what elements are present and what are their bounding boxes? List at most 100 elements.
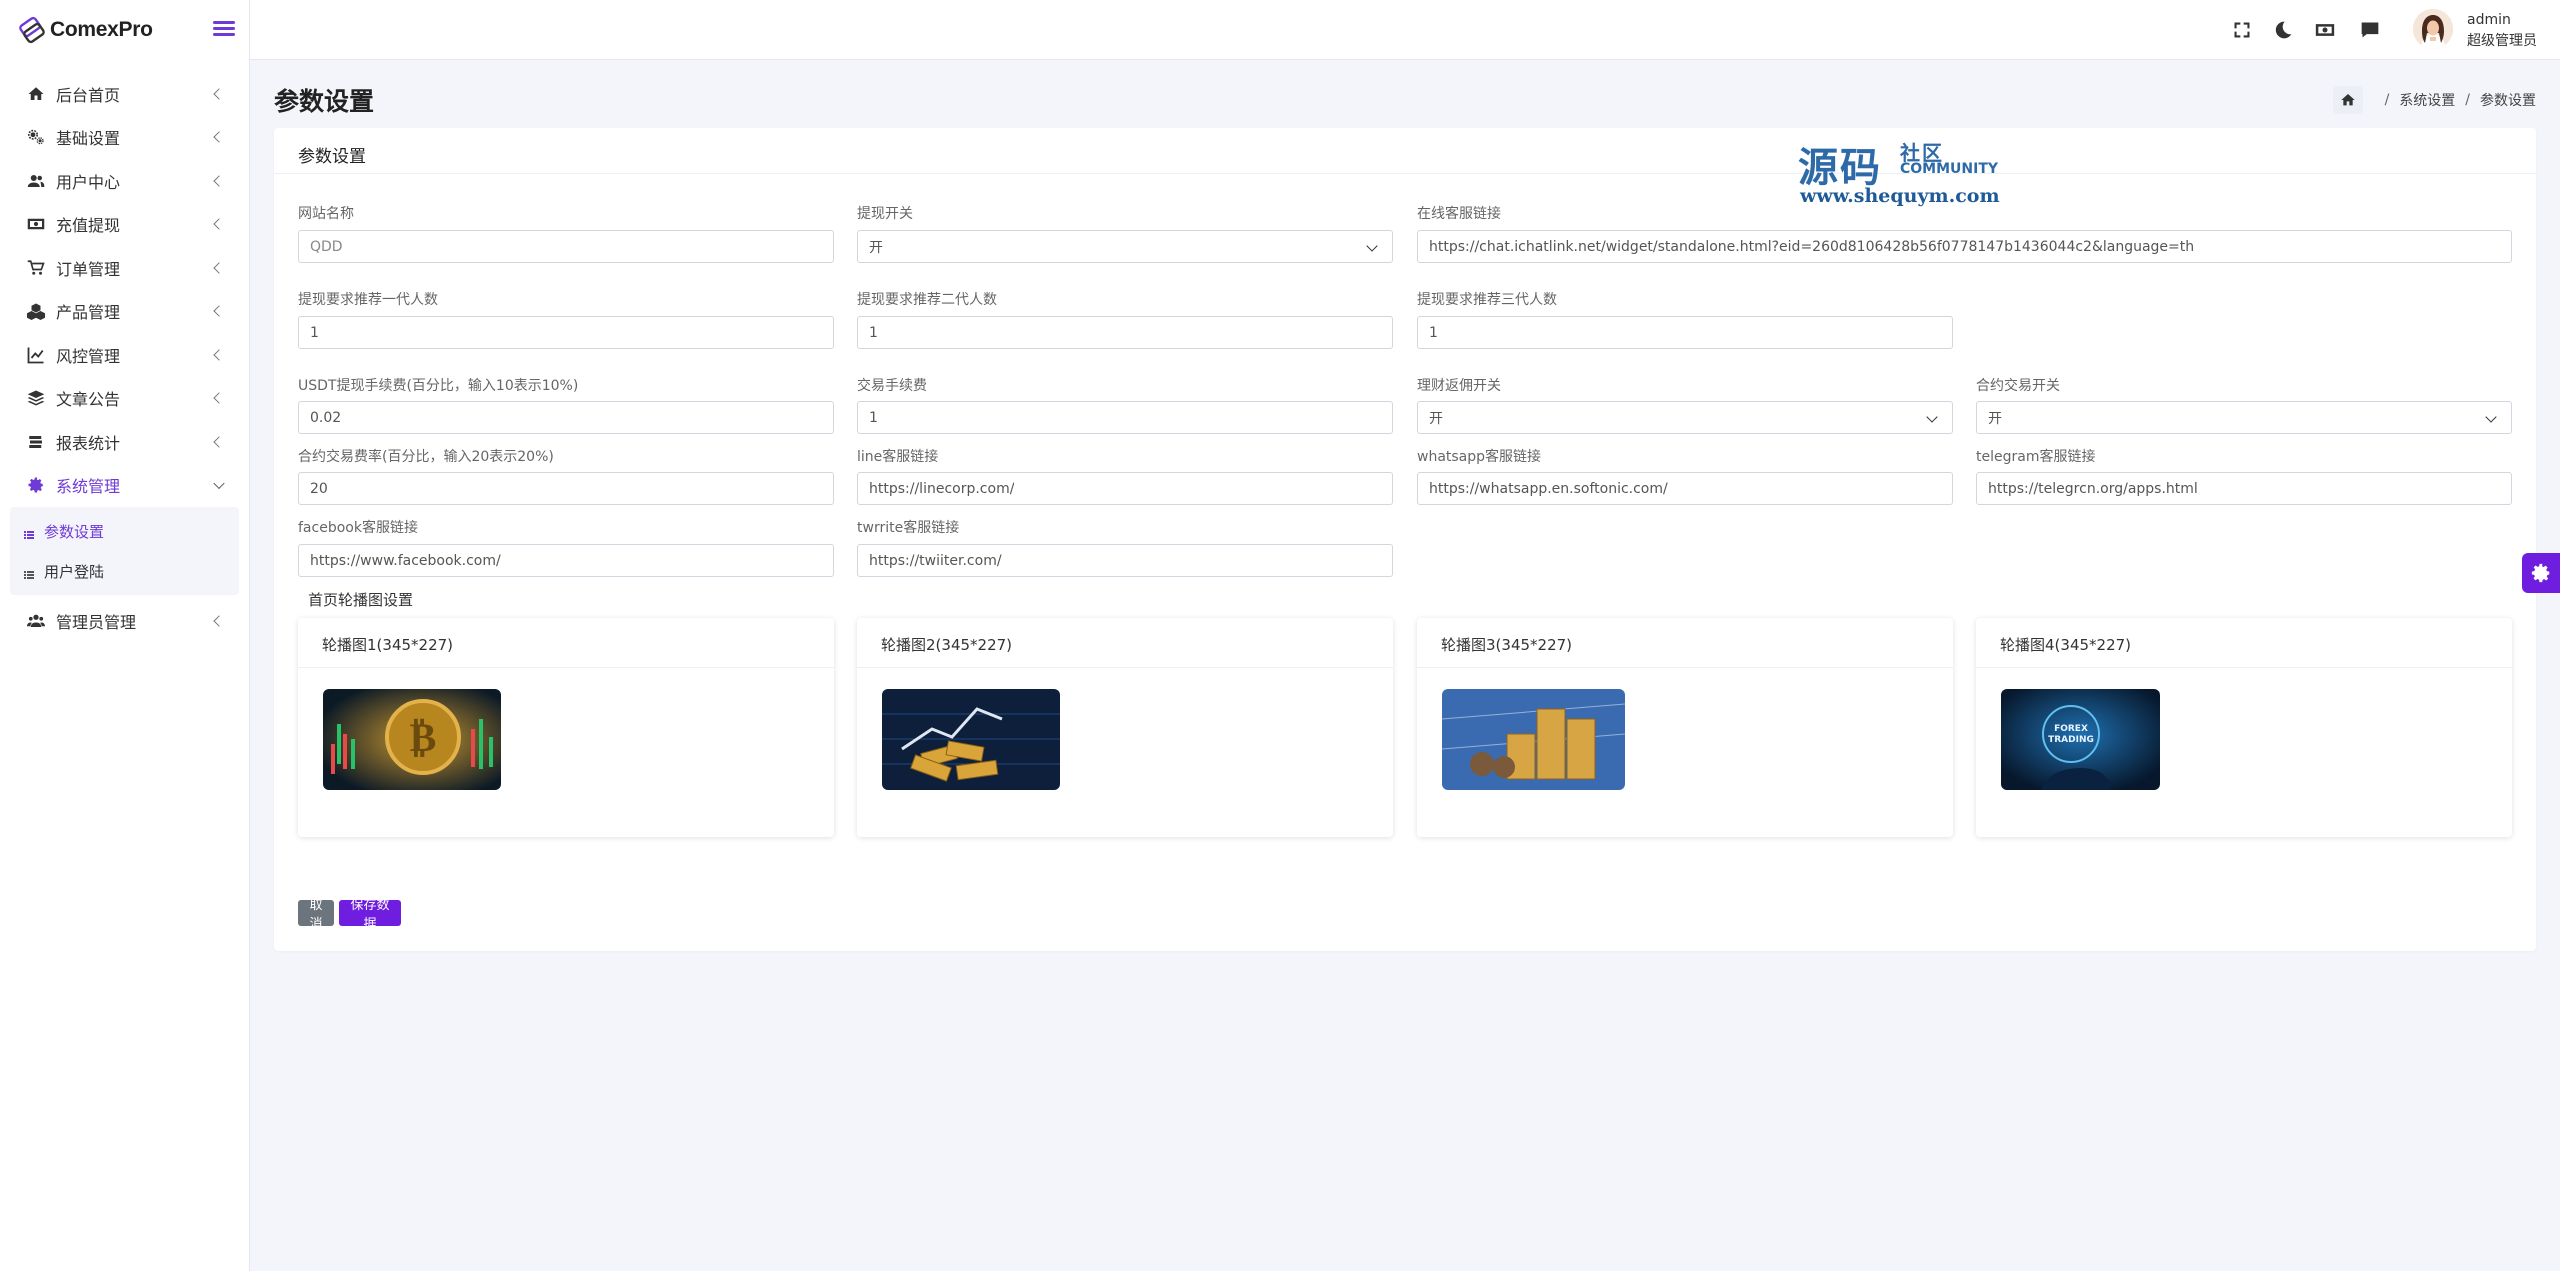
twitter-link-label: twrrite客服链接 [857, 520, 960, 536]
chevron-left-icon [213, 262, 225, 274]
cart-icon [26, 259, 46, 277]
menu-toggle-icon[interactable] [213, 18, 235, 42]
breadcrumb-separator: / [2384, 92, 2390, 108]
line-link-label: line客服链接 [857, 449, 939, 465]
home-icon [26, 85, 46, 103]
sidebar-item-label: 后台首页 [56, 85, 121, 105]
twitter-link-input[interactable]: https://twiiter.com/ [857, 544, 1393, 577]
sidebar-item-order-management[interactable]: 订单管理 [0, 246, 249, 290]
contract-switch-select[interactable]: 开 [1976, 401, 2512, 434]
whatsapp-link-input[interactable]: https://whatsapp.en.softonic.com/ [1417, 472, 1953, 505]
list-icon [24, 526, 34, 539]
watermark-sub2: COMMUNITY [1900, 161, 1999, 177]
telegram-link-input[interactable]: https://telegrcn.org/apps.html [1976, 472, 2512, 505]
sidebar-item-home[interactable]: 后台首页 [0, 72, 249, 116]
online-service-link-input[interactable]: https://chat.ichatlink.net/widget/standa… [1417, 230, 2512, 263]
carousel-slide-title: 轮播图2(345*227) [857, 618, 1393, 668]
carousel-slide-title: 轮播图1(345*227) [298, 618, 834, 668]
cancel-button[interactable]: 取消 [298, 897, 334, 931]
sidebar-item-user-center[interactable]: 用户中心 [0, 159, 249, 203]
facebook-link-input[interactable]: https://www.facebook.com/ [298, 544, 834, 577]
site-name-input[interactable]: QDD [298, 230, 834, 263]
withdraw-switch-select[interactable]: 开 [857, 230, 1393, 263]
fullscreen-icon[interactable] [2231, 19, 2253, 41]
chat-icon[interactable] [2359, 19, 2381, 41]
user-role: 超级管理员 [2467, 33, 2537, 49]
user-name[interactable]: admin [2467, 12, 2511, 28]
usdt-fee-input[interactable]: 0.02 [298, 401, 834, 434]
avatar[interactable] [2413, 9, 2453, 49]
withdraw-ref-3-input[interactable]: 1 [1417, 316, 1953, 349]
sidebar-item-articles[interactable]: 文章公告 [0, 377, 249, 421]
bitcoin-chart-image[interactable]: ₿ [323, 689, 501, 790]
breadcrumb-item-current: 参数设置 [2480, 93, 2536, 109]
breadcrumb: / 系统设置 / 参数设置 [2332, 86, 2536, 114]
chevron-left-icon [213, 175, 225, 187]
line-link-input[interactable]: https://linecorp.com/ [857, 472, 1393, 505]
svg-text:₿: ₿ [410, 715, 437, 761]
settings-gear-icon[interactable] [2522, 553, 2560, 593]
sidebar-subitem-label: 用户登陆 [44, 562, 105, 581]
telegram-link-label: telegram客服链接 [1976, 449, 2096, 465]
whatsapp-link-label: whatsapp客服链接 [1417, 449, 1542, 465]
forex-trading-image[interactable]: FOREX TRADING [2001, 689, 2160, 790]
sidebar-item-recharge-withdraw[interactable]: 充值提现 [0, 203, 249, 247]
watermark-url: www.shequym.com [1800, 185, 2000, 207]
breadcrumb-home-icon[interactable] [2332, 86, 2363, 114]
sidebar-item-label: 基础设置 [56, 129, 121, 149]
user-group-icon [26, 612, 46, 630]
sidebar-item-risk-control[interactable]: 风控管理 [0, 333, 249, 377]
sidebar-item-label: 产品管理 [56, 303, 121, 323]
coin-stacks-image[interactable] [1442, 689, 1625, 790]
contract-switch-label: 合约交易开关 [1976, 378, 2060, 394]
withdraw-ref-2-input[interactable]: 1 [857, 316, 1393, 349]
brand-name: ComexPro [50, 18, 153, 41]
finance-rebate-switch-label: 理财返佣开关 [1417, 378, 1501, 394]
sidebar-item-label: 报表统计 [56, 433, 121, 453]
contract-fee-rate-input[interactable]: 20 [298, 472, 834, 505]
chevron-down-icon [213, 477, 225, 490]
svg-text:TRADING: TRADING [2048, 735, 2094, 745]
trade-fee-label: 交易手续费 [857, 378, 927, 394]
moon-icon[interactable] [2272, 19, 2294, 41]
sidebar-item-label: 订单管理 [56, 259, 121, 279]
trade-fee-input[interactable]: 1 [857, 401, 1393, 434]
chevron-left-icon [213, 436, 225, 448]
breadcrumb-item-system-settings[interactable]: 系统设置 [2399, 90, 2455, 110]
sidebar-item-basic-settings[interactable]: 基础设置 [0, 116, 249, 160]
save-button[interactable]: 保存数据 [339, 897, 401, 931]
sidebar-item-product-management[interactable]: 产品管理 [0, 290, 249, 334]
carousel-slide-card: 轮播图2(345*227) [857, 618, 1393, 837]
gear-icon [26, 476, 46, 494]
finance-rebate-switch-select[interactable]: 开 [1417, 401, 1953, 434]
chevron-left-icon [213, 218, 225, 230]
cubes-icon [26, 302, 46, 321]
facebook-link-label: facebook客服链接 [298, 520, 418, 536]
chevron-left-icon [213, 88, 225, 100]
sidebar-nav: 后台首页 基础设置 用户中心 充值提现 订单管理 产品管理 风控管理 文章公告 … [0, 72, 249, 507]
sidebar-subitem-parameter-settings[interactable]: 参数设置 [10, 511, 239, 551]
card-title: 参数设置 [274, 128, 2536, 174]
usdt-fee-label: USDT提现手续费(百分比，输入10表示10%) [298, 378, 579, 394]
gold-bars-image[interactable] [882, 689, 1060, 790]
watermark-logo: 源码 社区 COMMUNITY www.shequym.com [1798, 135, 2000, 210]
sidebar-item-label: 风控管理 [56, 346, 121, 366]
sidebar-item-label: 充值提现 [56, 216, 121, 236]
sidebar-subitem-user-login[interactable]: 用户登陆 [10, 551, 239, 591]
chevron-left-icon [213, 392, 225, 404]
withdraw-ref-1-input[interactable]: 1 [298, 316, 834, 349]
carousel-slide-title: 轮播图4(345*227) [1976, 618, 2512, 668]
money-bill-icon[interactable] [2314, 19, 2336, 41]
list-icon [24, 566, 34, 579]
sidebar-item-reports[interactable]: 报表统计 [0, 420, 249, 464]
svg-text:FOREX: FOREX [2054, 724, 2088, 734]
money-icon [26, 215, 46, 233]
carousel-slide-card: 轮播图4(345*227) FOREX TRADING [1976, 618, 2512, 837]
sidebar-item-admin-management[interactable]: 管理员管理 [0, 599, 249, 643]
chevron-left-icon [213, 349, 225, 361]
sidebar-item-label: 系统管理 [56, 477, 121, 497]
brand: ComexPro [0, 0, 249, 60]
database-icon [26, 433, 46, 451]
sidebar-item-system-management[interactable]: 系统管理 [0, 464, 249, 508]
withdraw-ref-3-label: 提现要求推荐三代人数 [1417, 292, 1557, 308]
